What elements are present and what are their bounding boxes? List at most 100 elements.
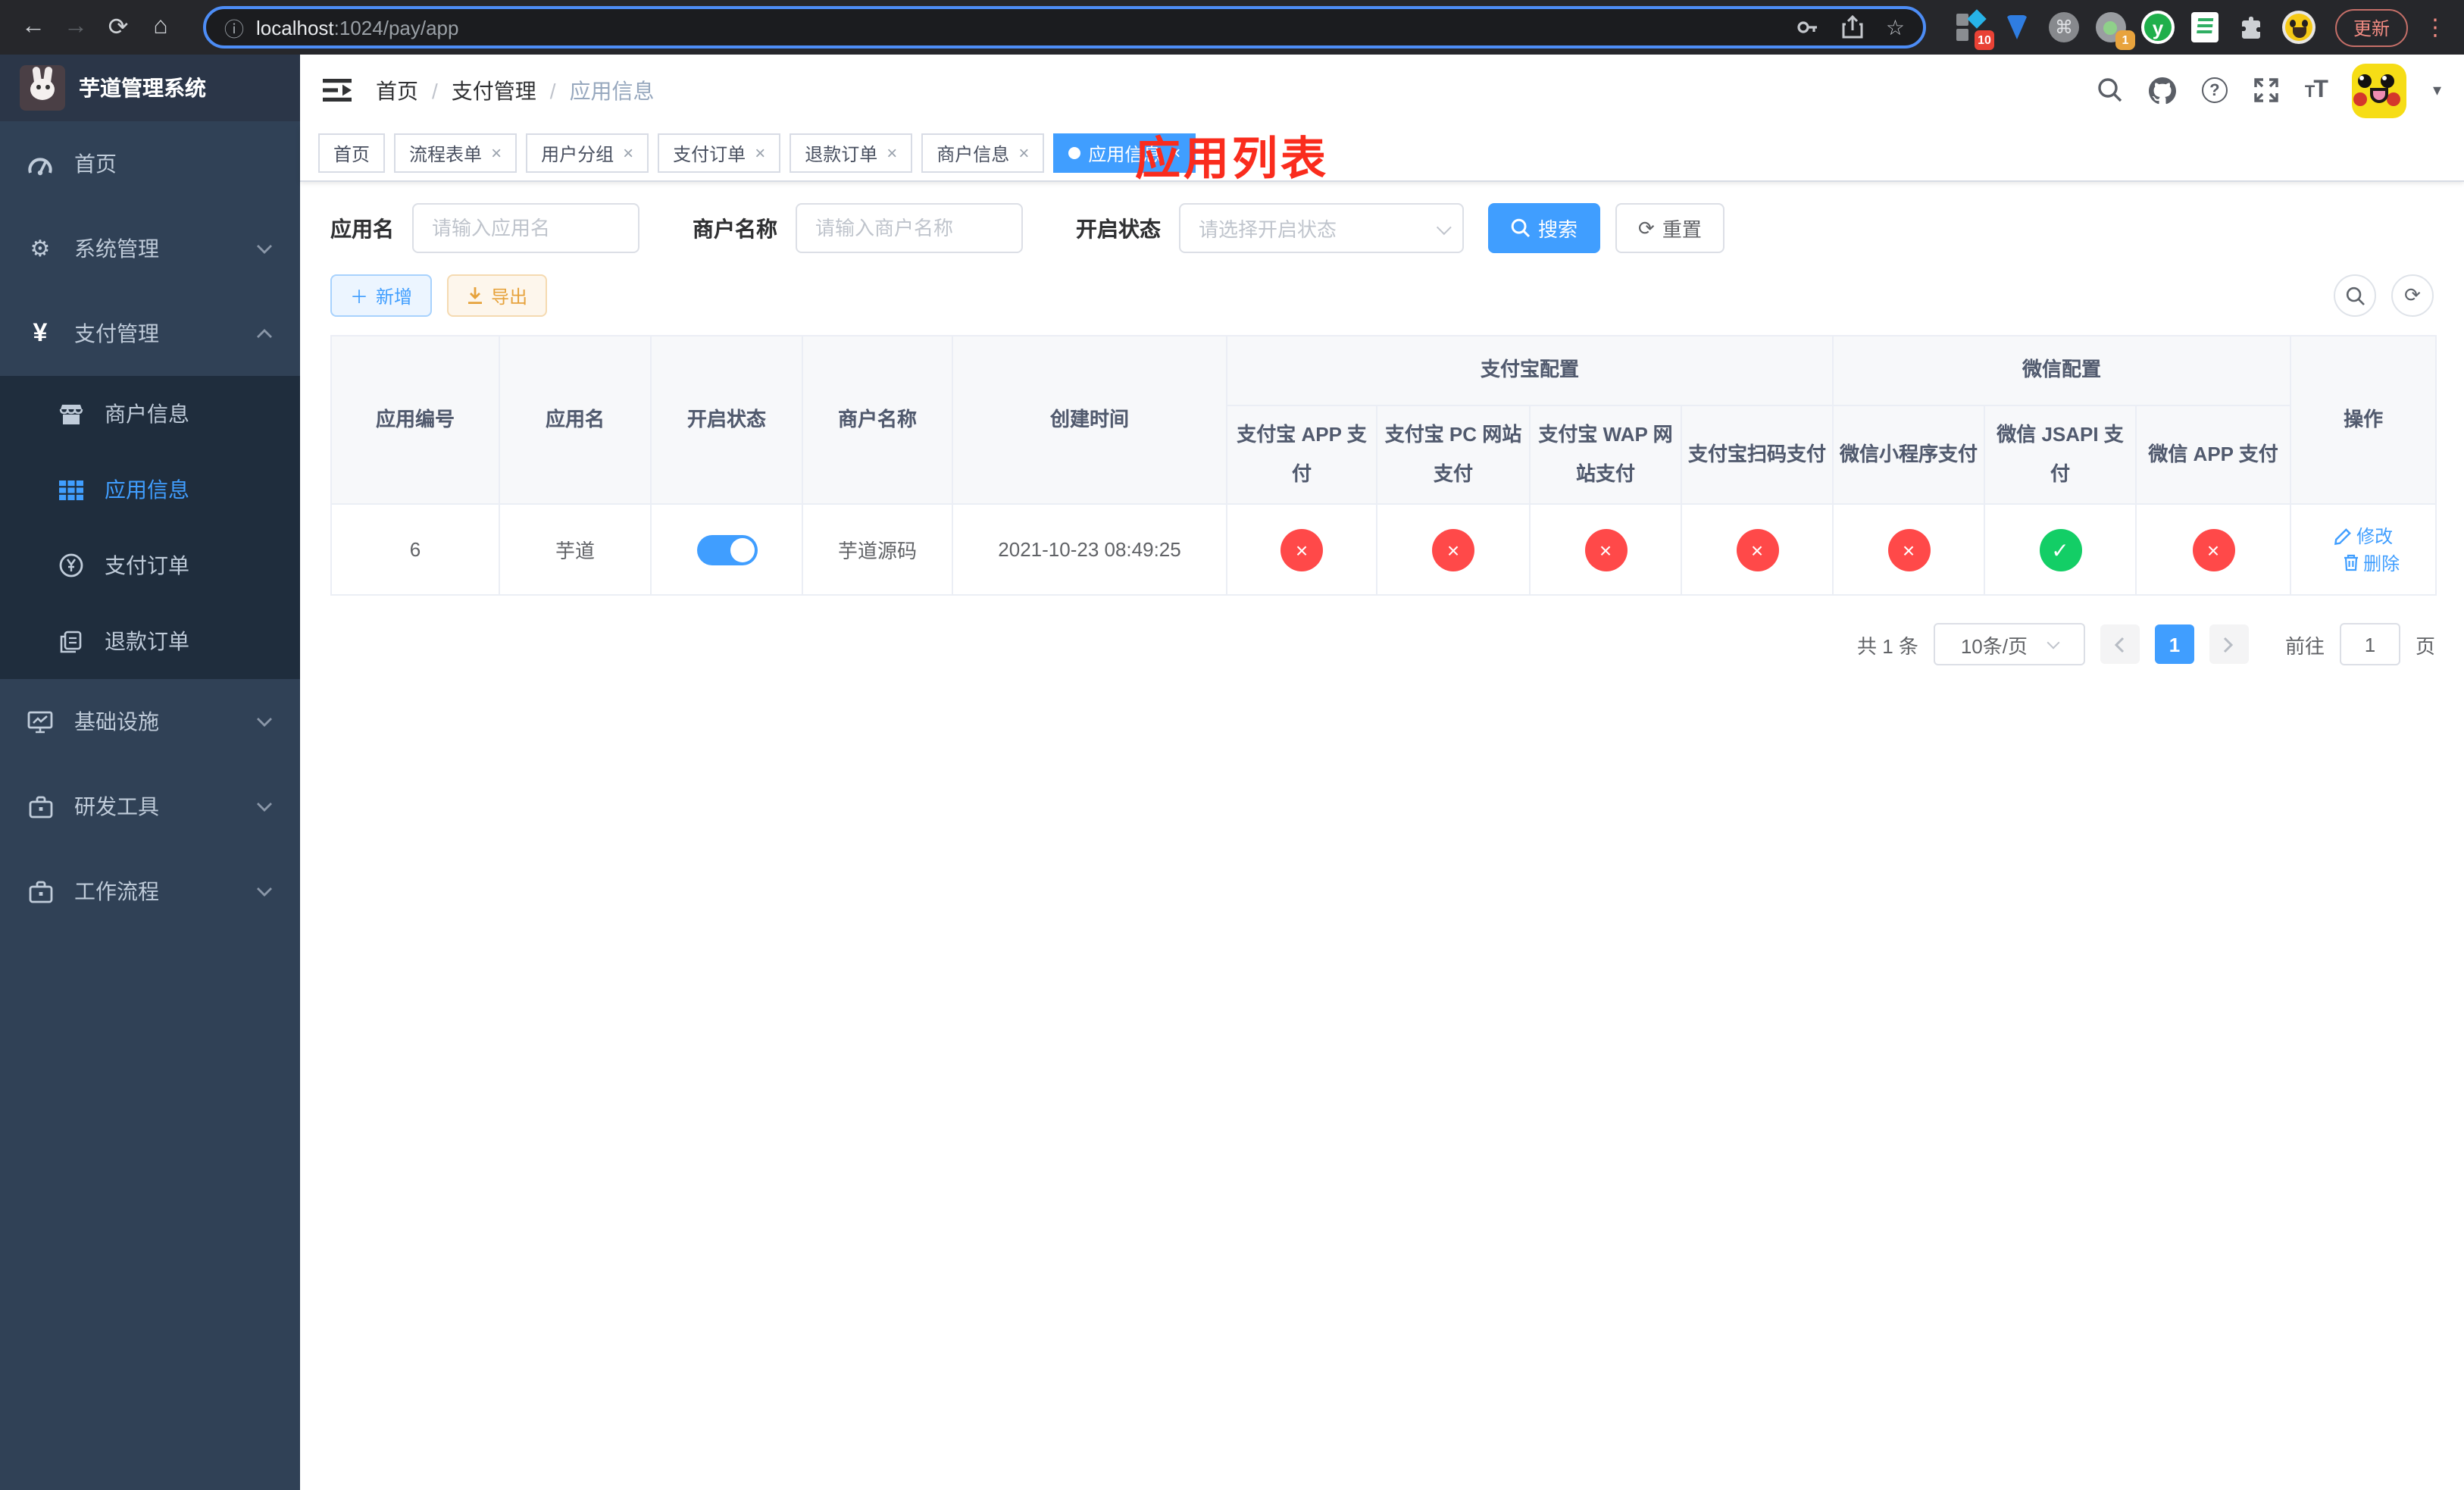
- status-fail-icon: ×: [1736, 528, 1778, 571]
- forward-icon: →: [64, 14, 88, 39]
- extension-y-icon[interactable]: y: [2140, 11, 2175, 44]
- close-icon[interactable]: ×: [491, 142, 502, 164]
- sidebar-item-system[interactable]: ⚙ 系统管理: [0, 206, 300, 291]
- chrome-update-button[interactable]: 更新: [2334, 8, 2408, 46]
- close-icon[interactable]: ×: [1018, 142, 1029, 164]
- browser-home-button[interactable]: ⌂: [142, 9, 179, 45]
- fullscreen-icon[interactable]: [2253, 77, 2279, 103]
- font-size-icon[interactable]: TT: [2305, 77, 2328, 104]
- extension-recorder-icon[interactable]: 1: [2094, 11, 2135, 50]
- sidebar-item-payment-orders[interactable]: 支付订单: [0, 527, 300, 603]
- sidebar-item-label: 支付订单: [105, 553, 189, 578]
- goto-page-input[interactable]: [2339, 623, 2400, 665]
- sidebar-item-workflow[interactable]: 工作流程: [0, 849, 300, 934]
- extension-emoji-icon[interactable]: [2281, 11, 2315, 44]
- search-icon[interactable]: [2097, 77, 2123, 103]
- help-icon[interactable]: ?: [2201, 77, 2228, 103]
- app-title: 芋道管理系统: [79, 76, 206, 100]
- col-status: 开启状态: [650, 335, 803, 505]
- extensions-puzzle-icon[interactable]: [2235, 11, 2269, 44]
- briefcase-icon: [27, 878, 53, 904]
- sidebar-item-label: 研发工具: [74, 794, 159, 819]
- chrome-menu-icon[interactable]: ⋮: [2422, 14, 2449, 41]
- refresh-table-button[interactable]: ⟳: [2391, 274, 2434, 317]
- chevron-down-icon: [1436, 220, 1452, 236]
- sidebar-item-label: 工作流程: [74, 879, 159, 903]
- col-alipay-qr: 支付宝扫码支付: [1680, 405, 1834, 505]
- status-select[interactable]: 请选择开启状态: [1179, 203, 1464, 253]
- breadcrumb-payment[interactable]: 支付管理: [452, 75, 536, 105]
- export-button[interactable]: 导出: [447, 274, 548, 317]
- browser-forward-button[interactable]: →: [58, 9, 94, 45]
- page-unit-label: 页: [2415, 634, 2435, 657]
- browser-reload-button[interactable]: ⟳: [100, 9, 136, 45]
- address-bar[interactable]: ⓘ localhost:1024/pay/app ☆: [203, 6, 1926, 49]
- close-icon[interactable]: ×: [886, 142, 897, 164]
- extension-command-icon[interactable]: ⌘: [2047, 11, 2081, 44]
- tab-process-form[interactable]: 流程表单 ×: [394, 133, 518, 173]
- avatar-dropdown-icon[interactable]: ▾: [2433, 80, 2441, 100]
- cell-app-name: 芋道: [499, 503, 652, 596]
- close-icon[interactable]: ×: [755, 142, 765, 164]
- status-fail-icon: ×: [1584, 528, 1627, 571]
- sidebar-item-label: 基础设施: [74, 709, 159, 734]
- bookmark-star-icon[interactable]: ☆: [1886, 14, 1905, 40]
- browser-back-button[interactable]: ←: [15, 9, 52, 45]
- app-table: 应用编号 应用名 开启状态 商户名称 创建时间 支付宝配置 微信配置 操作 支付…: [330, 335, 2437, 596]
- extension-kite-icon[interactable]: [2000, 11, 2034, 44]
- sidebar-item-merchant-info[interactable]: 商户信息: [0, 376, 300, 452]
- next-page-button[interactable]: [2209, 624, 2249, 664]
- delete-link[interactable]: 删除: [2342, 549, 2400, 575]
- chevron-down-icon: [256, 716, 273, 727]
- password-key-icon[interactable]: [1796, 15, 1821, 39]
- search-button[interactable]: 搜索: [1488, 203, 1601, 253]
- sidebar-item-label: 商户信息: [105, 402, 189, 426]
- tags-view-bar: 首页 流程表单 × 用户分组 × 支付订单 × 退款订单 × 商户信息 × 应用信息 ×: [300, 126, 2464, 182]
- site-info-icon[interactable]: ⓘ: [224, 13, 244, 42]
- sidebar-item-label: 首页: [74, 152, 117, 176]
- page-size-select[interactable]: 10条/页: [1933, 623, 2085, 665]
- sidebar-item-infrastructure[interactable]: 基础设施: [0, 679, 300, 764]
- breadcrumb-home[interactable]: 首页: [376, 75, 418, 105]
- sidebar-item-dev-tools[interactable]: 研发工具: [0, 764, 300, 849]
- browser-window: ← → ⟳ ⌂ ⓘ localhost:1024/pay/app ☆ 10 ⌘ …: [0, 0, 2464, 1490]
- toggle-search-button[interactable]: [2334, 274, 2376, 317]
- top-navbar: 首页 / 支付管理 / 应用信息 ? TT ▾: [300, 55, 2464, 126]
- tab-merchant-info[interactable]: 商户信息 ×: [921, 133, 1045, 173]
- sidebar-item-payment[interactable]: ¥ 支付管理: [0, 291, 300, 376]
- close-icon[interactable]: ×: [623, 142, 633, 164]
- tab-user-group[interactable]: 用户分组 ×: [526, 133, 649, 173]
- sidebar-item-app-info[interactable]: 应用信息: [0, 452, 300, 527]
- status-fail-icon: ×: [1432, 528, 1474, 571]
- status-fail-icon: ×: [1887, 528, 1931, 571]
- breadcrumb: 首页 / 支付管理 / 应用信息: [376, 75, 655, 105]
- shop-icon: [58, 401, 83, 427]
- app-name-input[interactable]: [412, 203, 639, 253]
- sidebar-item-refund-orders[interactable]: 退款订单: [0, 603, 300, 679]
- extension-notes-icon[interactable]: [2188, 11, 2222, 44]
- status-toggle[interactable]: [696, 534, 757, 565]
- extension-sketch-icon[interactable]: 10: [1953, 9, 1994, 50]
- merchant-name-input[interactable]: [796, 203, 1023, 253]
- avatar[interactable]: [2352, 63, 2407, 117]
- tab-home[interactable]: 首页: [318, 133, 386, 173]
- sidebar-logo[interactable]: 芋道管理系统: [0, 55, 300, 121]
- filter-form: 应用名 商户名称 开启状态 请选择开启状态: [330, 203, 2434, 253]
- tab-refund-orders[interactable]: 退款订单 ×: [790, 133, 913, 173]
- reset-button[interactable]: ⟳ 重置: [1615, 203, 1724, 253]
- tab-payment-orders[interactable]: 支付订单 ×: [658, 133, 781, 173]
- share-icon[interactable]: [1842, 15, 1865, 39]
- sidebar-fold-button[interactable]: [323, 79, 352, 102]
- goto-label: 前往: [2284, 634, 2325, 657]
- github-icon[interactable]: [2148, 77, 2176, 104]
- edit-link[interactable]: 修改: [2334, 523, 2393, 549]
- page-number-current[interactable]: 1: [2154, 624, 2194, 664]
- page-content: 应用名 商户名称 开启状态 请选择开启状态: [300, 182, 2464, 1490]
- prev-page-button[interactable]: [2100, 624, 2140, 664]
- col-wechat-jsapi: 微信 JSAPI 支付: [1984, 405, 2137, 505]
- group-alipay-config: 支付宝配置: [1225, 335, 1834, 406]
- sidebar-item-label: 支付管理: [74, 321, 159, 346]
- sidebar-item-home[interactable]: 首页: [0, 121, 300, 206]
- add-button[interactable]: ＋ 新增: [330, 274, 433, 317]
- back-icon: ←: [21, 14, 45, 39]
